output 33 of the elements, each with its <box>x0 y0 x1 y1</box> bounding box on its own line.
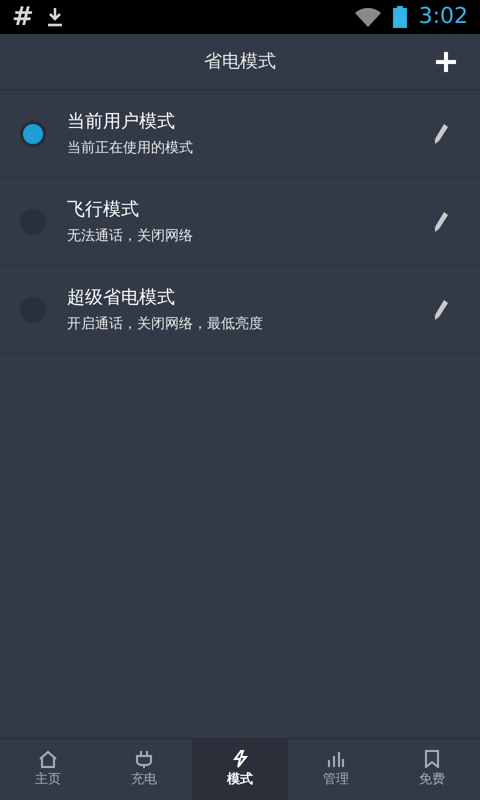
status-glyph: # <box>12 4 34 30</box>
mode-description: 无法通话，关闭网络 <box>67 228 194 242</box>
mode-row[interactable]: 超级省电模式 开启通话，关闭网络，最低亮度 <box>0 266 480 354</box>
pencil-icon <box>433 298 449 320</box>
mode-description: 开启通话，关闭网络，最低亮度 <box>67 316 264 330</box>
mode-name: 飞行模式 <box>67 200 140 218</box>
pencil-icon <box>433 122 449 144</box>
nav-tab[interactable]: 模式 <box>192 739 288 800</box>
edit-button[interactable] <box>432 298 450 322</box>
nav-tab[interactable]: 管理 <box>288 739 384 800</box>
mode-row[interactable]: 当前用户模式 当前正在使用的模式 <box>0 90 480 178</box>
edit-button[interactable] <box>432 210 450 234</box>
wifi-icon <box>354 7 381 27</box>
download-icon <box>46 7 64 27</box>
mode-name: 当前用户模式 <box>67 112 176 130</box>
page-title: 省电模式 <box>204 50 276 74</box>
bar-chart-icon <box>327 750 345 768</box>
mode-row[interactable]: 飞行模式 无法通话，关闭网络 <box>0 178 480 266</box>
mode-name: 超级省电模式 <box>67 288 176 306</box>
nav-tab[interactable]: 免费 <box>384 739 480 800</box>
battery-icon <box>392 6 407 28</box>
pencil-icon <box>433 210 449 232</box>
lightning-icon <box>232 750 248 768</box>
mode-description: 当前正在使用的模式 <box>67 140 194 154</box>
clock: 3:02 <box>418 6 468 28</box>
nav-tab[interactable]: 充电 <box>96 739 192 800</box>
add-icon <box>435 51 457 73</box>
add-button[interactable] <box>434 50 458 74</box>
edit-button[interactable] <box>432 122 450 146</box>
plug-icon <box>135 750 153 768</box>
nav-tab[interactable]: 主页 <box>0 739 96 800</box>
home-icon <box>38 750 58 768</box>
bookmark-icon <box>424 750 440 768</box>
